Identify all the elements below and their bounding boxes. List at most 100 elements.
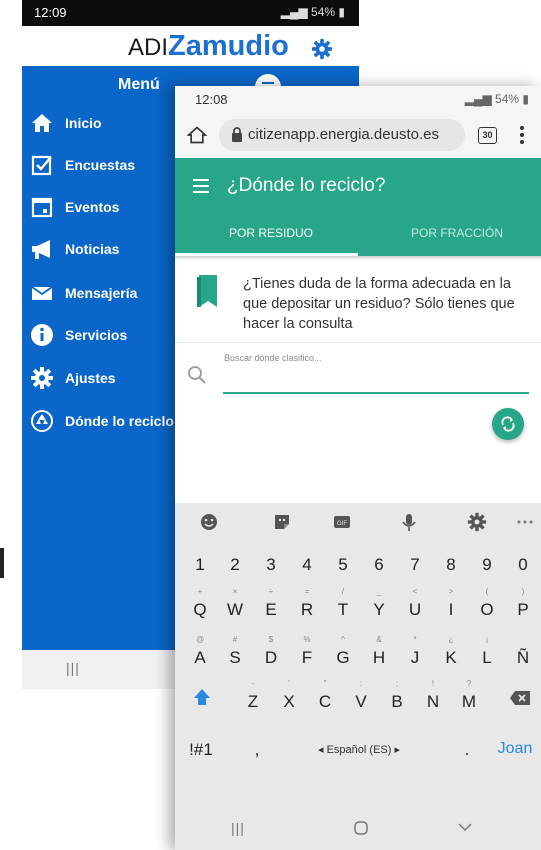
key-d[interactable]: $ D <box>255 633 287 671</box>
menu-item-label: Ajustes <box>65 370 116 386</box>
menu-item-eventos[interactable]: Eventos <box>22 193 182 223</box>
menu-title: Menú <box>118 76 160 93</box>
keyboard-settings-icon[interactable] <box>467 512 487 532</box>
more-tools-icon[interactable] <box>515 512 535 532</box>
refresh-button[interactable] <box>492 408 524 440</box>
menu-item-encuestas[interactable]: Encuestas <box>22 151 182 181</box>
info-icon <box>31 324 53 346</box>
search-input[interactable] <box>223 370 529 394</box>
key-f[interactable]: % F <box>291 633 323 671</box>
key-j[interactable]: * J <box>399 633 431 671</box>
status-indicators: ▂▄▆ 54% ▮ <box>281 5 345 19</box>
settings-gear-icon[interactable] <box>311 38 333 60</box>
key-8[interactable]: 8 <box>435 543 467 581</box>
info-text: ¿Tienes duda de la forma adecuada en la … <box>243 276 515 332</box>
menu-item-donde-lo-reciclo[interactable]: Dónde lo reciclo <box>22 407 192 437</box>
system-nav-bar: ||| <box>175 806 541 850</box>
menu-item-label: Encuestas <box>65 157 136 173</box>
key-y[interactable]: _ Y <box>363 585 395 623</box>
microphone-icon[interactable] <box>399 512 419 532</box>
battery-icon: ▮ <box>335 5 345 19</box>
key-1[interactable]: 1 <box>184 543 216 581</box>
status-indicators: ▂▄▆ 54% ▮ <box>465 92 529 106</box>
key-s[interactable]: # S <box>219 633 251 671</box>
key-g[interactable]: ^ G <box>327 633 359 671</box>
key-7[interactable]: 7 <box>399 543 431 581</box>
key-6[interactable]: 6 <box>363 543 395 581</box>
emoji-icon[interactable] <box>199 512 219 532</box>
key-n[interactable]: ! N <box>417 677 449 715</box>
key-o[interactable]: (O <box>471 585 503 623</box>
gif-icon[interactable]: GIF <box>332 512 352 532</box>
key-e[interactable]: ÷ E <box>255 585 287 623</box>
header-shadow <box>175 256 541 260</box>
recents-button[interactable]: ||| <box>231 820 245 836</box>
browser-home-icon[interactable] <box>187 125 207 145</box>
key-l[interactable]: ¡ L <box>471 633 503 671</box>
sticker-icon[interactable] <box>272 512 292 532</box>
key-0[interactable]: 0 <box>507 543 539 581</box>
tab-por-fraccion[interactable]: POR FRACCIÓN <box>411 226 503 240</box>
space-key[interactable]: ◂ Español (ES) ▸ <box>279 725 439 763</box>
home-button-icon[interactable] <box>353 820 369 836</box>
key-r[interactable]: = R <box>291 585 323 623</box>
svg-text:GIF: GIF <box>337 521 347 527</box>
edge-mark <box>0 548 4 578</box>
key-c[interactable]: " C <box>309 677 341 715</box>
menu-item-label: Dónde lo reciclo <box>65 413 174 429</box>
backspace-icon[interactable] <box>509 690 531 706</box>
envelope-icon <box>31 286 53 300</box>
shift-icon[interactable] <box>192 687 212 707</box>
key-3[interactable]: 3 <box>255 543 287 581</box>
menu-item-servicios[interactable]: Servicios <box>22 321 182 351</box>
back-chevron-icon[interactable] <box>458 822 472 832</box>
symbols-key[interactable]: !#1 <box>181 725 221 763</box>
battery-percent: 54% <box>495 92 520 106</box>
key-i[interactable]: > I <box>435 585 467 623</box>
tab-por-residuo[interactable]: POR RESIDUO <box>229 226 313 240</box>
battery-icon: ▮ <box>519 92 529 106</box>
key-a[interactable]: @ A <box>184 633 216 671</box>
address-bar[interactable]: citizenapp.energia.deusto.es <box>219 119 465 151</box>
battery-percent: 54% <box>311 5 336 19</box>
key-z[interactable]: -Z <box>237 677 269 715</box>
recents-button[interactable]: ||| <box>66 660 80 676</box>
key-h[interactable]: & H <box>363 633 395 671</box>
key-5[interactable]: 5 <box>327 543 359 581</box>
period-key[interactable]: . <box>451 725 483 763</box>
gear-icon <box>31 367 53 389</box>
key-9[interactable]: 9 <box>471 543 503 581</box>
menu-item-inicio[interactable]: Inicio <box>22 109 182 139</box>
app-header: ADIZamudio <box>22 26 359 66</box>
key-k[interactable]: ¿ K <box>435 633 467 671</box>
refresh-icon <box>501 416 515 432</box>
on-screen-keyboard: GIF 1 2 3 4 5 6 7 8 9 0 + Q × W ÷ E = R / T _… <box>175 503 541 806</box>
home-icon <box>32 114 52 132</box>
key-q[interactable]: + Q <box>184 585 216 623</box>
app-logo: ADIZamudio <box>128 30 289 63</box>
key-enye[interactable]: Ñ <box>507 633 539 671</box>
status-time: 12:08 <box>195 92 228 107</box>
key-t[interactable]: / T <box>327 585 359 623</box>
key-v[interactable]: :V <box>345 677 377 715</box>
suggestion-key[interactable]: Joan <box>489 725 541 763</box>
key-m[interactable]: ? M <box>453 677 485 715</box>
key-2[interactable]: 2 <box>219 543 251 581</box>
tab-switcher-button[interactable]: 30 <box>478 127 497 144</box>
hamburger-menu-icon[interactable] <box>193 179 209 193</box>
menu-item-ajustes[interactable]: Ajustes <box>22 364 182 394</box>
menu-item-label: Noticias <box>65 241 120 257</box>
key-b[interactable]: ; B <box>381 677 413 715</box>
key-w[interactable]: × W <box>219 585 251 623</box>
menu-item-mensajeria[interactable]: Mensajería <box>22 279 182 309</box>
key-u[interactable]: < U <box>399 585 431 623</box>
key-x[interactable]: ' X <box>273 677 305 715</box>
comma-key[interactable]: , <box>241 725 273 763</box>
menu-item-noticias[interactable]: Noticias <box>22 235 182 265</box>
key-4[interactable]: 4 <box>291 543 323 581</box>
key-p[interactable]: ) P <box>507 585 539 623</box>
more-options-icon[interactable] <box>519 125 525 145</box>
divider <box>175 342 541 343</box>
logo-prefix: ADI <box>128 34 169 61</box>
status-time: 12:09 <box>34 5 67 20</box>
